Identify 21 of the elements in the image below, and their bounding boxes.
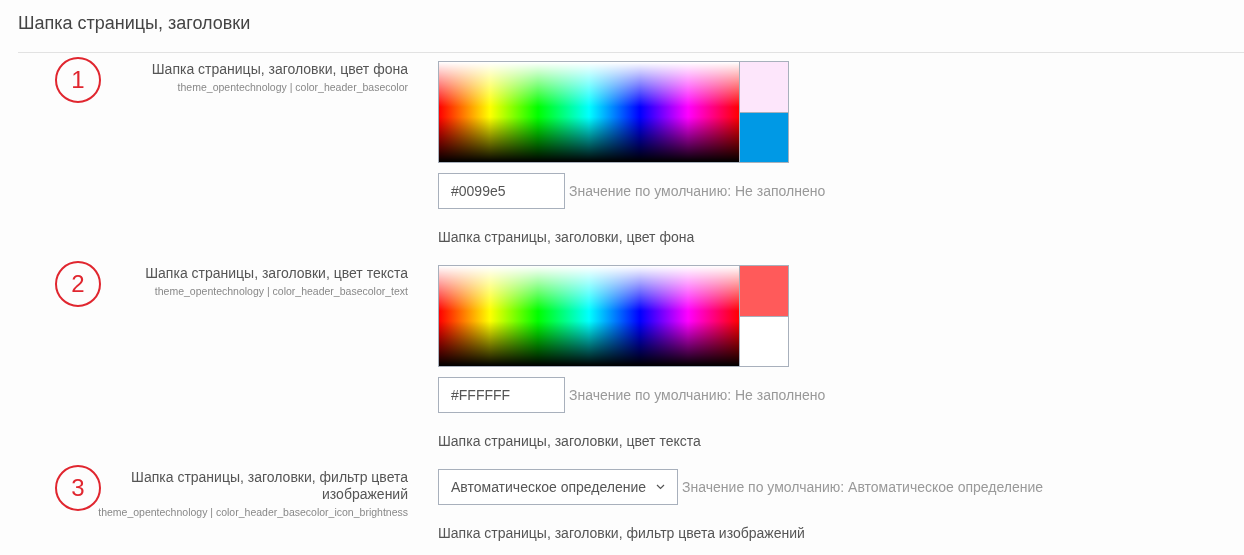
color-spectrum[interactable] (438, 61, 739, 163)
color-input-field[interactable]: #0099e5 (438, 173, 565, 209)
default-value-text: Значение по умолчанию: Автоматическое определение (682, 479, 1044, 495)
setting-key: theme_opentechnology | color_header_basecolor_icon_brightness (98, 506, 408, 518)
setting-description: Шапка страницы, заголовки, цвет фона (438, 229, 696, 245)
setting-label: Шапка страницы, заголовки, цвет текста (145, 265, 408, 282)
setting-description: Шапка страницы, заголовки, цвет текста (438, 433, 702, 449)
setting-description: Шапка страницы, заголовки, фильтр цвета изображений (438, 525, 806, 541)
color-spectrum[interactable] (438, 265, 739, 367)
caret-icon (656, 484, 666, 490)
setting-label: Шапка страницы, заголовки, цвет фона (151, 61, 408, 78)
filter-dropdown[interactable]: Автоматическое определение (438, 469, 679, 505)
setting-key: theme_opentechnology | color_header_basecolor_text (154, 285, 408, 297)
section-title: Шапка страницы, заголовки (18, 12, 252, 35)
step-number: 1 (55, 57, 101, 103)
default-value-text: Значение по умолчанию: Не заполнено (569, 387, 826, 403)
setting-label: Шапка страницы, заголовки, фильтр цвета изображений (130, 469, 408, 503)
default-value-text: Значение по умолчанию: Не заполнено (569, 183, 826, 199)
step-number: 2 (55, 261, 101, 307)
setting-key: theme_opentechnology | color_header_basecolor (177, 81, 408, 93)
color-input-field[interactable]: #FFFFFF (438, 377, 565, 413)
